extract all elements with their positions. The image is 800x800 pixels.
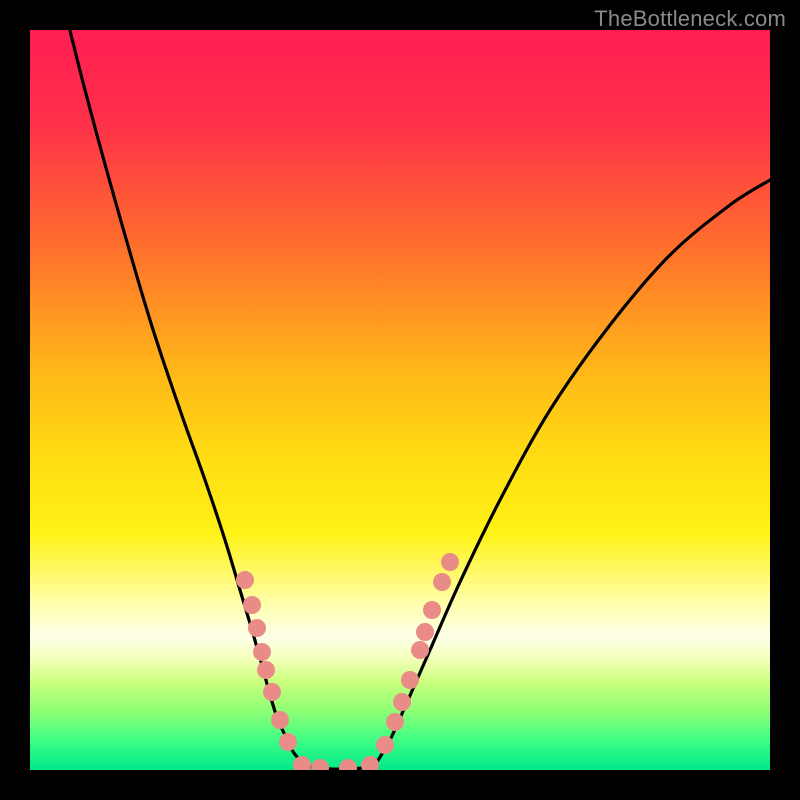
- data-point-marker: [416, 623, 434, 641]
- data-point-marker: [271, 711, 289, 729]
- data-point-marker: [376, 736, 394, 754]
- chart-background: [30, 30, 770, 770]
- data-point-marker: [243, 596, 261, 614]
- data-point-marker: [257, 661, 275, 679]
- data-point-marker: [386, 713, 404, 731]
- watermark: TheBottleneck.com: [594, 6, 786, 32]
- data-point-marker: [236, 571, 254, 589]
- data-point-marker: [433, 573, 451, 591]
- data-point-marker: [263, 683, 281, 701]
- chart-frame: [30, 30, 770, 770]
- chart-canvas: [30, 30, 770, 770]
- data-point-marker: [401, 671, 419, 689]
- data-point-marker: [441, 553, 459, 571]
- data-point-marker: [253, 643, 271, 661]
- data-point-marker: [411, 641, 429, 659]
- data-point-marker: [248, 619, 266, 637]
- data-point-marker: [423, 601, 441, 619]
- data-point-marker: [279, 733, 297, 751]
- data-point-marker: [393, 693, 411, 711]
